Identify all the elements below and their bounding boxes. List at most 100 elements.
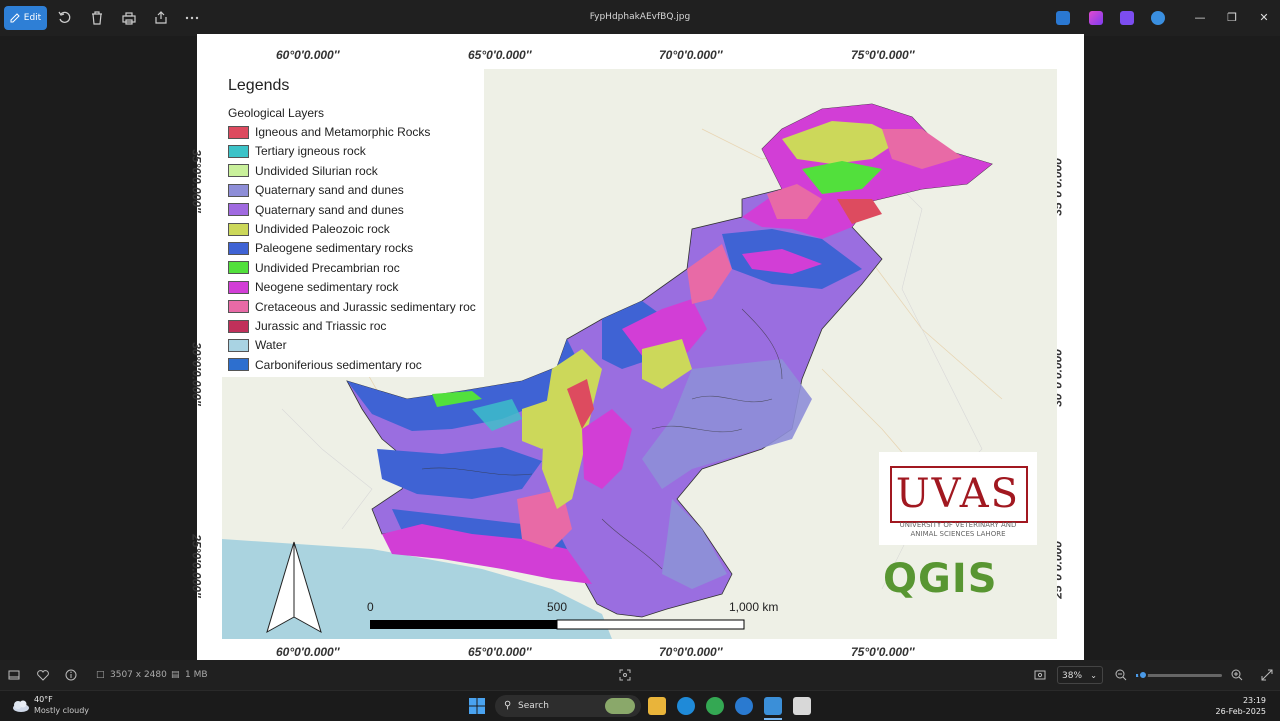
legend-swatch bbox=[228, 125, 249, 139]
bottom-coord-65: 65°0′0.000″ bbox=[468, 645, 532, 659]
weather-temperature: 40°F bbox=[34, 695, 53, 704]
chrome-icon[interactable] bbox=[706, 697, 724, 715]
designer-app-icon[interactable] bbox=[1089, 11, 1103, 25]
title-bar: Edit FypHdphakAEvfBQ.jpg — ❐ ✕ bbox=[0, 0, 1280, 36]
legend-label: Neogene sedimentary rock bbox=[255, 280, 399, 295]
fullscreen-icon[interactable] bbox=[1260, 668, 1274, 682]
rotate-icon[interactable] bbox=[57, 10, 73, 26]
image-dimensions: 3507 x 2480 bbox=[110, 670, 167, 680]
legend-label: Quaternary sand and dunes bbox=[255, 183, 404, 198]
legend-item: Undivided Silurian rock bbox=[228, 164, 378, 178]
uvas-subtitle: UNIVERSITY OF VETERINARY AND ANIMAL SCIE… bbox=[899, 521, 1017, 538]
legend-swatch bbox=[228, 183, 249, 197]
edit-button[interactable]: Edit bbox=[4, 6, 47, 30]
share-icon[interactable] bbox=[153, 10, 169, 26]
left-coord-30: 30°0′0.000″ bbox=[189, 342, 204, 406]
search-label: Search bbox=[518, 701, 549, 711]
top-coord-75: 75°0′0.000″ bbox=[851, 48, 915, 62]
file-explorer-icon[interactable] bbox=[648, 697, 666, 715]
info-icon[interactable] bbox=[64, 668, 78, 682]
legend-item: Carboniferious sedimentary roc bbox=[228, 358, 422, 372]
legend-swatch bbox=[228, 241, 249, 255]
clipchamp-app-icon[interactable] bbox=[1120, 11, 1134, 25]
weather-cloud-icon[interactable] bbox=[12, 698, 30, 712]
scale-label-zero: 0 bbox=[367, 600, 374, 614]
status-bar: □ 3507 x 2480 ▤ 1 MB 38% ⌄ bbox=[0, 660, 1280, 690]
bottom-coord-60: 60°0′0.000″ bbox=[276, 645, 340, 659]
more-icon[interactable] bbox=[184, 10, 200, 26]
legend-label: Undivided Silurian rock bbox=[255, 163, 378, 178]
file-size: 1 MB bbox=[185, 670, 208, 680]
legend-swatch bbox=[228, 300, 249, 314]
legend-label: Undivided Paleozoic rock bbox=[255, 222, 390, 236]
legend-swatch bbox=[228, 164, 249, 178]
legend-swatch bbox=[228, 261, 249, 275]
dimensions-icon: □ bbox=[96, 670, 105, 680]
legend-label: Water bbox=[255, 338, 287, 353]
actual-size-icon[interactable] bbox=[1033, 668, 1047, 682]
cloud-app-icon[interactable] bbox=[1151, 11, 1165, 25]
delete-icon[interactable] bbox=[89, 10, 105, 26]
fit-view-icon[interactable] bbox=[618, 668, 632, 682]
legend-swatch bbox=[228, 203, 249, 217]
legend-swatch bbox=[228, 319, 249, 333]
photos-icon[interactable] bbox=[764, 697, 782, 715]
app-icon-blue[interactable] bbox=[735, 697, 753, 715]
maximize-icon[interactable]: ❐ bbox=[1224, 10, 1240, 26]
filmstrip-icon[interactable] bbox=[7, 668, 21, 682]
document-app-icon[interactable] bbox=[793, 697, 811, 715]
legend-label: Quaternary sand and dunes bbox=[255, 202, 404, 217]
start-icon[interactable] bbox=[468, 697, 486, 715]
print-icon[interactable] bbox=[121, 10, 137, 26]
legend-item: Quaternary sand and dunes bbox=[228, 183, 404, 197]
legend-swatch bbox=[228, 280, 249, 294]
editor-app-icon[interactable] bbox=[1056, 11, 1070, 25]
clock-date: 26-Feb-2025 bbox=[1215, 707, 1266, 716]
legend-item: Undivided Paleozoic rock bbox=[228, 222, 390, 236]
taskbar-search[interactable]: ⚲ Search bbox=[495, 695, 641, 717]
filesize-icon: ▤ bbox=[171, 670, 180, 680]
search-icon: ⚲ bbox=[504, 700, 512, 711]
minimize-icon[interactable]: — bbox=[1192, 10, 1208, 26]
top-coord-70: 70°0′0.000″ bbox=[659, 48, 723, 62]
weather-description: Mostly cloudy bbox=[34, 706, 89, 715]
qgis-logo: QGIS bbox=[883, 556, 998, 602]
legend-item: Neogene sedimentary rock bbox=[228, 280, 398, 294]
map-legend: Legends Geological Layers Igneous and Me… bbox=[222, 69, 484, 377]
bottom-coord-70: 70°0′0.000″ bbox=[659, 645, 723, 659]
legend-label: Cretaceous and Jurassic sedimentary roc bbox=[255, 299, 476, 314]
left-coord-35: 35°0′0.000″ bbox=[189, 149, 204, 213]
edge-icon[interactable] bbox=[677, 697, 695, 715]
uvas-name: UVAS bbox=[895, 471, 1021, 517]
top-coord-65: 65°0′0.000″ bbox=[468, 48, 532, 62]
legend-item: Water bbox=[228, 338, 287, 352]
zoom-slider-thumb[interactable] bbox=[1137, 670, 1148, 680]
favorite-icon[interactable] bbox=[36, 668, 50, 682]
edit-label: Edit bbox=[23, 13, 42, 23]
clock-time: 23:19 bbox=[1242, 696, 1266, 705]
legend-title: Legends bbox=[228, 77, 290, 94]
legend-label: Tertiary igneous rock bbox=[255, 144, 366, 159]
legend-swatch bbox=[228, 338, 249, 352]
zoom-in-icon[interactable] bbox=[1230, 668, 1244, 682]
legend-item: Paleogene sedimentary rocks bbox=[228, 241, 413, 255]
edit-icon bbox=[10, 13, 20, 23]
legend-item: Cretaceous and Jurassic sedimentary roc bbox=[228, 300, 476, 314]
close-icon[interactable]: ✕ bbox=[1256, 10, 1272, 26]
bottom-coord-75: 75°0′0.000″ bbox=[851, 645, 915, 659]
system-clock[interactable]: 23:19 26-Feb-2025 bbox=[1216, 695, 1266, 717]
scale-label-mid: 500 bbox=[547, 600, 568, 614]
legend-label: Jurassic and Triassic roc bbox=[255, 319, 387, 333]
legend-label: Igneous and Metamorphic Rocks bbox=[255, 125, 431, 139]
legend-item: Undivided Precambrian roc bbox=[228, 261, 400, 275]
zoom-dropdown[interactable]: 38% ⌄ bbox=[1057, 666, 1103, 684]
legend-item: Quaternary sand and dunes bbox=[228, 203, 404, 217]
taskbar: 40°F Mostly cloudy ⚲ Search 23:19 26-Feb… bbox=[0, 690, 1280, 721]
zoom-slider[interactable] bbox=[1136, 670, 1222, 680]
legend-swatch bbox=[228, 144, 249, 158]
legend-swatch bbox=[228, 358, 249, 372]
legend-item: Jurassic and Triassic roc bbox=[228, 319, 386, 333]
chevron-down-icon: ⌄ bbox=[1090, 671, 1097, 680]
legend-item: Igneous and Metamorphic Rocks bbox=[228, 125, 430, 139]
zoom-out-icon[interactable] bbox=[1114, 668, 1128, 682]
